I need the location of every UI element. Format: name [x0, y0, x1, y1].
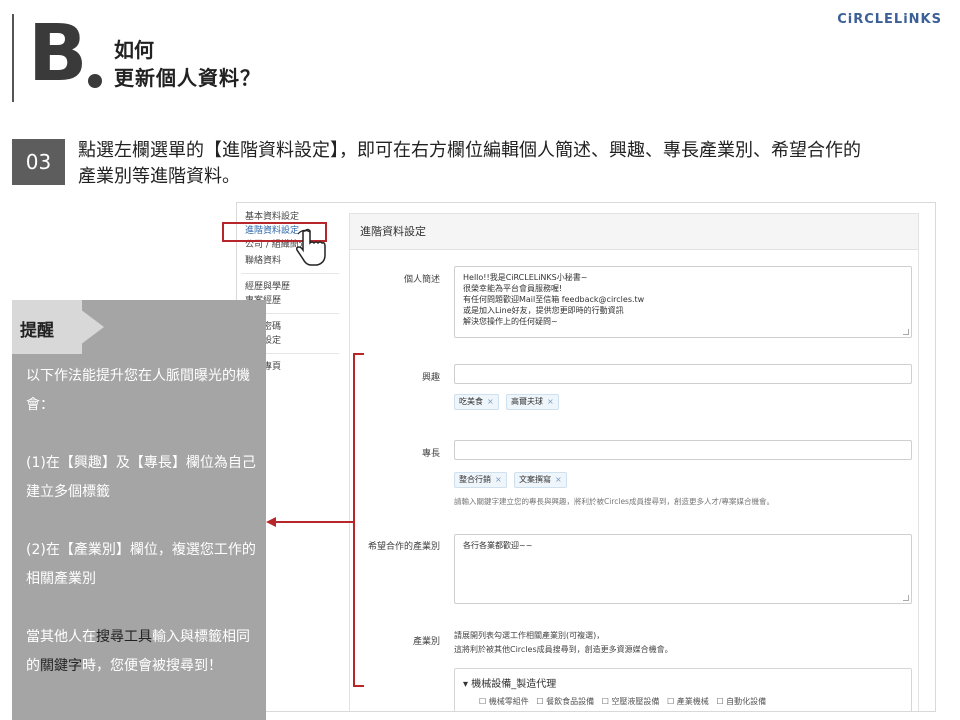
checkbox-icon[interactable]: ☐ — [479, 697, 486, 706]
tag-label: 吃美食 — [459, 397, 483, 406]
tip-paragraph: 以下作法能提升您在人脈間曝光的機會： — [26, 368, 250, 413]
bio-text: Hello!!我是CiRCLELiNKS小秘書~ 很榮幸能為平台會員服務喔! 有… — [463, 273, 645, 326]
skill-input[interactable] — [454, 440, 912, 460]
checkbox-icon[interactable]: ☐ — [716, 697, 723, 706]
industry-option: 自動化設備 — [726, 697, 767, 706]
resize-handle[interactable] — [903, 329, 909, 335]
checkbox-icon[interactable]: ☐ — [536, 697, 543, 706]
tip-text: 當其他人在 — [26, 629, 96, 645]
resize-handle[interactable] — [903, 595, 909, 601]
tip-paragraph: 當其他人在搜尋工具輸入與標籤相同的關鍵字時，您便會被搜尋到！ — [26, 623, 258, 681]
advanced-settings-panel: 進階資料設定 個人簡述 Hello!!我是CiRCLELiNKS小秘書~ 很榮幸… — [349, 213, 919, 711]
caret-down-icon[interactable]: ▾ — [463, 679, 468, 690]
tip-paragraph: (2)在【產業別】欄位，複選您工作的相關產業別 — [26, 542, 256, 587]
industry-hint-1: 請展開列表勾選工作相關產業別(可複選)， — [454, 631, 605, 640]
skill-tag[interactable]: 整合行銷 × — [454, 472, 507, 488]
bio-label: 個人簡述 — [403, 275, 440, 285]
industry-option: 產業機械 — [676, 697, 709, 706]
tag-remove-icon[interactable]: × — [495, 475, 502, 484]
tip-header-arrow — [68, 300, 104, 354]
section-dot — [88, 74, 102, 88]
panel-title: 進階資料設定 — [350, 214, 918, 250]
industry-option: 餐飲食品設備 — [546, 697, 595, 706]
coop-textarea[interactable]: 各行各業都歡迎~~ — [454, 534, 912, 604]
interest-tag[interactable]: 吃美食 × — [454, 394, 499, 410]
nav-contact-info[interactable]: 聯絡資料 — [245, 255, 281, 267]
tip-title: 提醒 — [20, 321, 54, 341]
hand-cursor-icon — [296, 228, 326, 266]
bracket-arrow — [266, 353, 364, 687]
tag-remove-icon[interactable]: × — [487, 397, 494, 406]
nav-experience-education[interactable]: 經歷與學歷 — [245, 281, 290, 293]
circlelinks-logo: CiRCLELiNKS — [837, 12, 942, 27]
checkbox-icon[interactable]: ☐ — [667, 697, 674, 706]
industry-tree: ▾ 機械設備_製造代理 ☐ 機械零組件 ☐ 餐飲食品設備 ☐ 空壓液壓設備 ☐ … — [454, 668, 912, 711]
tag-label: 文案撰寫 — [519, 475, 551, 484]
tag-remove-icon[interactable]: × — [547, 397, 554, 406]
tip-keyword: 搜尋工具 — [96, 629, 152, 645]
tip-body: 以下作法能提升您在人脈間曝光的機會： (1)在【興趣】及【專長】欄位為自己建立多… — [26, 362, 258, 710]
nav-divider — [241, 273, 339, 274]
industry-option: 機械零組件 — [488, 697, 529, 706]
tip-keyword: 關鍵字 — [40, 658, 82, 674]
section-letter: B — [28, 9, 87, 99]
interest-tag[interactable]: 高爾夫球 × — [506, 394, 559, 410]
industry-hint-2: 這將利於被其他Circles成員搜尋到，創造更多資源媒合機會。 — [454, 645, 673, 654]
coop-text: 各行各業都歡迎~~ — [463, 541, 533, 550]
interest-input[interactable] — [454, 364, 912, 384]
tag-label: 整合行銷 — [459, 475, 491, 484]
page-title-line2: 更新個人資料？ — [114, 66, 261, 90]
tag-label: 高爾夫球 — [511, 397, 543, 406]
industry-group-title: 機械設備_製造代理 — [471, 679, 557, 690]
industry-options: ☐ 機械零組件 ☐ 餐飲食品設備 ☐ 空壓液壓設備 ☐ 產業機械 ☐ 自動化設備 — [455, 696, 911, 707]
industry-option: 空壓液壓設備 — [611, 697, 660, 706]
skill-hint: 請輸入關鍵字建立您的專長與興趣，將利於被Circles成員搜尋到，創造更多人才/… — [454, 497, 774, 506]
tag-remove-icon[interactable]: × — [555, 475, 562, 484]
logo-text: CiRCLELiNKS — [837, 12, 942, 27]
header-divider — [12, 14, 14, 102]
skill-tag[interactable]: 文案撰寫 × — [514, 472, 567, 488]
tip-paragraph: (1)在【興趣】及【專長】欄位為自己建立多個標籤 — [26, 455, 256, 500]
page-title-line1: 如何 — [114, 38, 154, 62]
step-number-badge: 03 — [12, 139, 65, 185]
checkbox-icon[interactable]: ☐ — [602, 697, 609, 706]
step-instruction: 點選左欄選單的【進階資料設定】，即可在右方欄位編輯個人簡述、興趣、專長產業別、希… — [78, 140, 861, 187]
bio-textarea[interactable]: Hello!!我是CiRCLELiNKS小秘書~ 很榮幸能為平台會員服務喔! 有… — [454, 266, 912, 338]
tip-panel: 提醒 以下作法能提升您在人脈間曝光的機會： (1)在【興趣】及【專長】欄位為自己… — [12, 300, 266, 720]
tip-text: 時，您便會被搜尋到！ — [82, 658, 222, 674]
industry-group[interactable]: ▾ 機械設備_製造代理 — [455, 669, 911, 696]
